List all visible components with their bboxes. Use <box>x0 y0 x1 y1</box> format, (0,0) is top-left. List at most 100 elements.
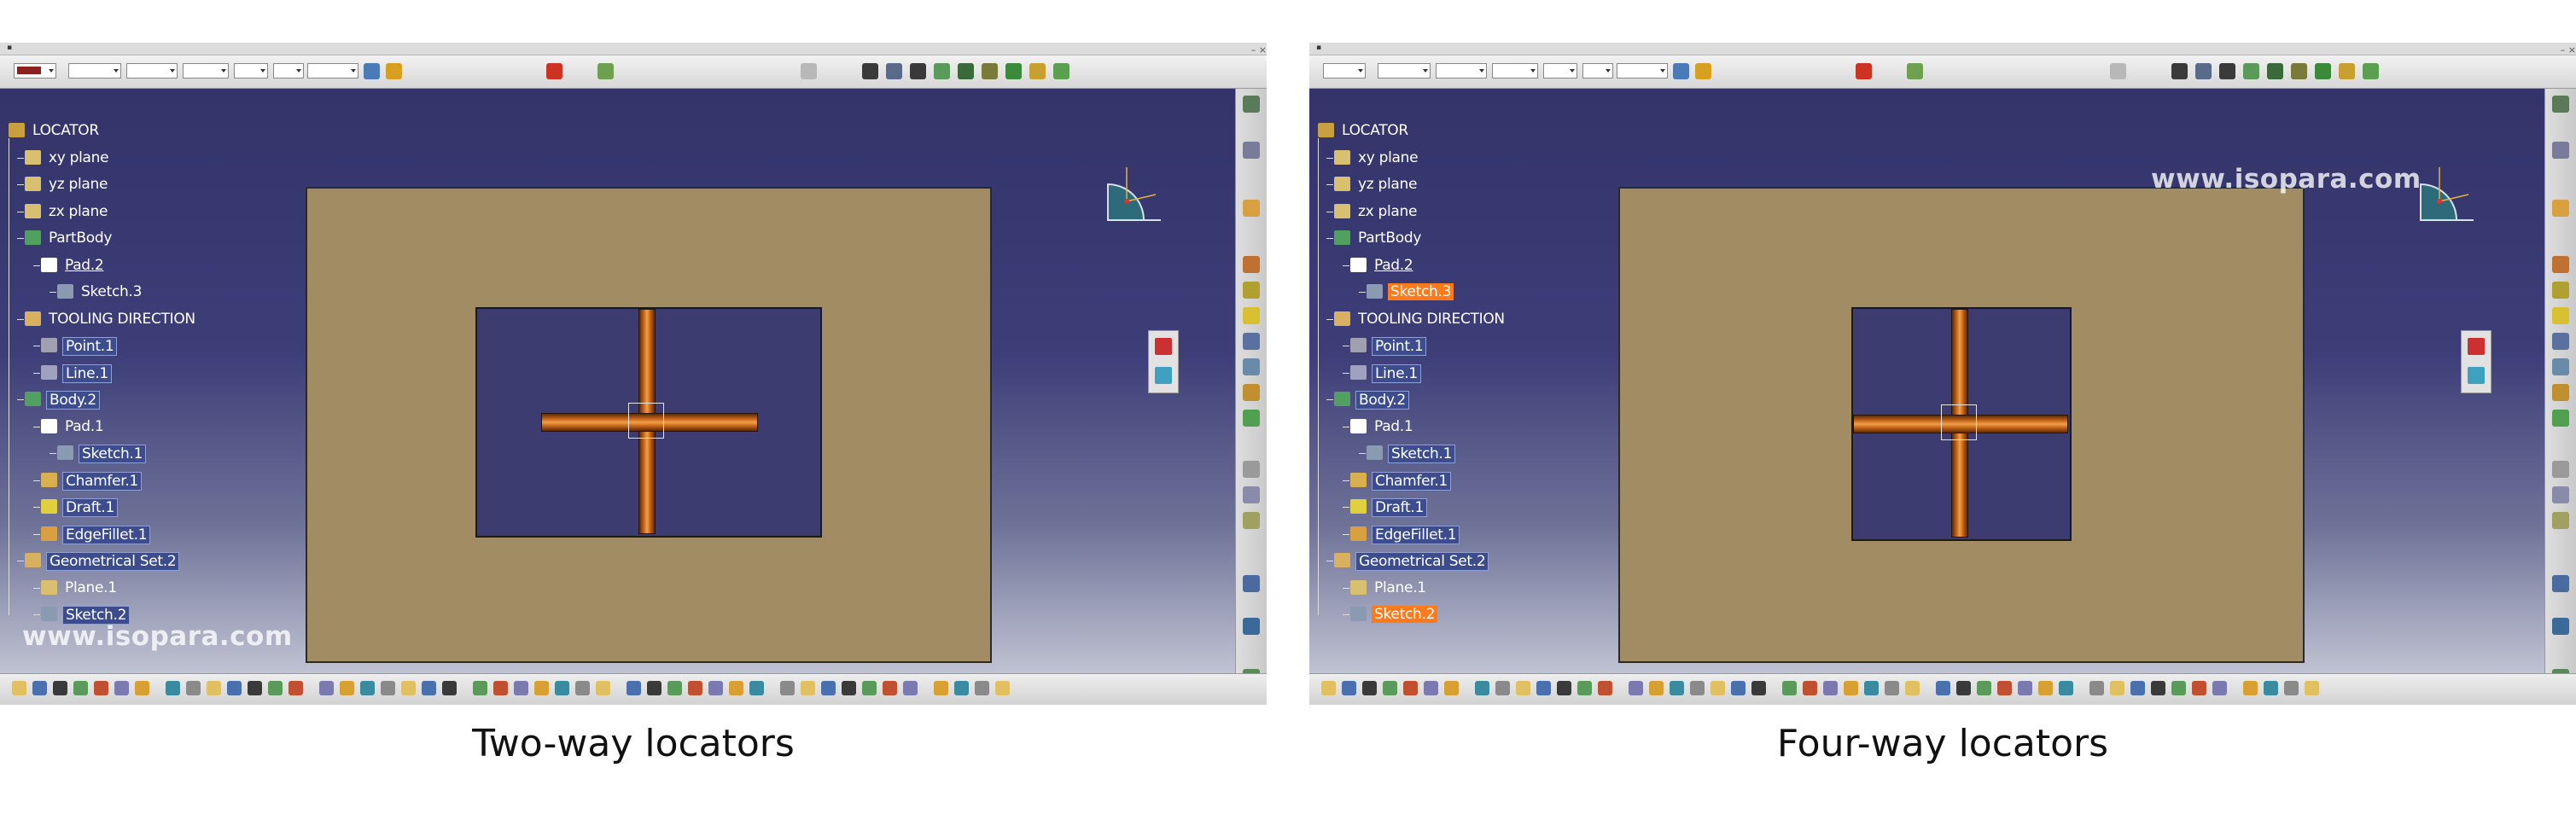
fillet-tool-icon[interactable] <box>2552 307 2569 324</box>
line-type-combo[interactable] <box>183 63 229 78</box>
toolbar-button-icon[interactable] <box>1782 681 1797 695</box>
toolbar-button-icon[interactable] <box>1495 681 1510 695</box>
toolbar-button-icon[interactable] <box>2059 681 2073 695</box>
tools-icon[interactable] <box>2315 63 2331 79</box>
line-thickness-combo[interactable] <box>1436 63 1487 78</box>
toolbar-button-icon[interactable] <box>1803 681 1817 695</box>
toolbar-button-icon[interactable] <box>596 681 610 695</box>
analysis-icon[interactable] <box>934 63 950 79</box>
render-icon[interactable] <box>886 63 902 79</box>
toolbar-button-icon[interactable] <box>1424 681 1438 695</box>
toolbar-button-icon[interactable] <box>1403 681 1418 695</box>
grid-tool-icon[interactable] <box>2552 618 2569 635</box>
toolbar-button-icon[interactable] <box>2151 681 2165 695</box>
toolbar-button-icon[interactable] <box>227 681 242 695</box>
toolbar-button-icon[interactable] <box>340 681 354 695</box>
toolbar-button-icon[interactable] <box>493 681 508 695</box>
sketcher-icon[interactable] <box>2552 142 2569 159</box>
window-controls[interactable]: – × <box>2561 44 2576 55</box>
plane-tool-icon[interactable] <box>1243 512 1260 529</box>
toolbar-button-icon[interactable] <box>1649 681 1664 695</box>
menu-item[interactable]: ▪ <box>1316 44 1321 52</box>
layer-number-combo[interactable] <box>1582 63 1613 78</box>
toolbar-button-icon[interactable] <box>94 681 108 695</box>
pocket-tool-icon[interactable] <box>1243 282 1260 299</box>
chamfer-tool-icon[interactable] <box>2552 358 2569 375</box>
toolbar-button-icon[interactable] <box>1690 681 1705 695</box>
layer-combo[interactable] <box>1617 63 1668 78</box>
toolbar-button-icon[interactable] <box>1629 681 1643 695</box>
toolbar-button-icon[interactable] <box>821 681 836 695</box>
layer-combo[interactable] <box>307 63 358 78</box>
compass-icon[interactable] <box>2414 160 2480 227</box>
view-icon[interactable] <box>862 63 878 79</box>
hand-icon[interactable] <box>1243 200 1260 217</box>
toolbar-button-icon[interactable] <box>319 681 334 695</box>
sketcher-icon[interactable] <box>1243 142 1260 159</box>
toolbar-button-icon[interactable] <box>442 681 457 695</box>
grid-tool-icon[interactable] <box>1243 618 1260 635</box>
toolbar-button-icon[interactable] <box>1475 681 1489 695</box>
line-thickness-combo[interactable] <box>126 63 178 78</box>
menu-item[interactable]: ▪ <box>7 44 12 52</box>
toolbar-button-icon[interactable] <box>2018 681 2032 695</box>
pattern-tool-icon[interactable] <box>1243 384 1260 401</box>
fillet-tool-icon[interactable] <box>1243 307 1260 324</box>
sketch-tool-icon[interactable] <box>2468 367 2485 384</box>
toolbar-button-icon[interactable] <box>647 681 661 695</box>
measure-tool-icon[interactable] <box>1243 575 1260 592</box>
line-type-combo[interactable] <box>1492 63 1538 78</box>
toolbar-button-icon[interactable] <box>12 681 26 695</box>
toolbar-button-icon[interactable] <box>1751 681 1766 695</box>
pad-tool-icon[interactable] <box>2552 256 2569 273</box>
toolbar-button-icon[interactable] <box>1885 681 1899 695</box>
color-combo[interactable] <box>1323 63 1366 78</box>
check-icon[interactable] <box>1053 63 1069 79</box>
draft-tool-icon[interactable] <box>2552 333 2569 350</box>
analysis-icon[interactable] <box>2243 63 2259 79</box>
close-icon[interactable] <box>2468 338 2485 355</box>
toolbar-button-icon[interactable] <box>627 681 641 695</box>
settings-icon[interactable] <box>2552 96 2569 113</box>
toolbar-button-icon[interactable] <box>1997 681 2012 695</box>
toolbar-button-icon[interactable] <box>2264 681 2278 695</box>
toolbar-button-icon[interactable] <box>575 681 590 695</box>
window-controls[interactable]: – × <box>1251 44 1267 55</box>
toolbar-button-icon[interactable] <box>749 681 764 695</box>
help-icon[interactable] <box>2110 63 2126 79</box>
layer-number-combo[interactable] <box>273 63 304 78</box>
view-icon[interactable] <box>2171 63 2188 79</box>
settings-icon[interactable] <box>1243 96 1260 113</box>
toolbar-button-icon[interactable] <box>1936 681 1950 695</box>
toolbar-button-icon[interactable] <box>1670 681 1684 695</box>
close-icon[interactable] <box>1155 338 1172 355</box>
toolbar-button-icon[interactable] <box>473 681 487 695</box>
toolbar-button-icon[interactable] <box>801 681 815 695</box>
pad-tool-icon[interactable] <box>1243 256 1260 273</box>
line-tool-icon[interactable] <box>2552 486 2569 503</box>
render-icon[interactable] <box>2195 63 2212 79</box>
point-tool-icon[interactable] <box>1243 461 1260 478</box>
point-type-combo[interactable] <box>1543 63 1577 78</box>
toolbar-button-icon[interactable] <box>186 681 201 695</box>
measure-icon[interactable] <box>1907 63 1923 79</box>
check-icon[interactable] <box>2363 63 2379 79</box>
toolbar-button-icon[interactable] <box>1516 681 1530 695</box>
toolbar-button-icon[interactable] <box>1823 681 1838 695</box>
tool-icon[interactable] <box>546 63 562 79</box>
toolbar-button-icon[interactable] <box>862 681 877 695</box>
3d-viewport[interactable]: LOCATOR xy plane yz plane zx plane PartBody P… <box>0 89 1235 673</box>
toolbar-button-icon[interactable] <box>708 681 723 695</box>
tool-icon[interactable] <box>1856 63 1872 79</box>
toolbar-button-icon[interactable] <box>1905 681 1920 695</box>
toolbar-button-icon[interactable] <box>248 681 262 695</box>
transparency-combo[interactable] <box>68 63 121 78</box>
toolbar-button-icon[interactable] <box>73 681 88 695</box>
toolbar-button-icon[interactable] <box>1711 681 1725 695</box>
toolbar-button-icon[interactable] <box>883 681 897 695</box>
toolbar-button-icon[interactable] <box>401 681 416 695</box>
toolbar-button-icon[interactable] <box>288 681 303 695</box>
toolbar-button-icon[interactable] <box>2284 681 2299 695</box>
toolbar-button-icon[interactable] <box>1956 681 1971 695</box>
pencil-icon[interactable] <box>2291 63 2307 79</box>
